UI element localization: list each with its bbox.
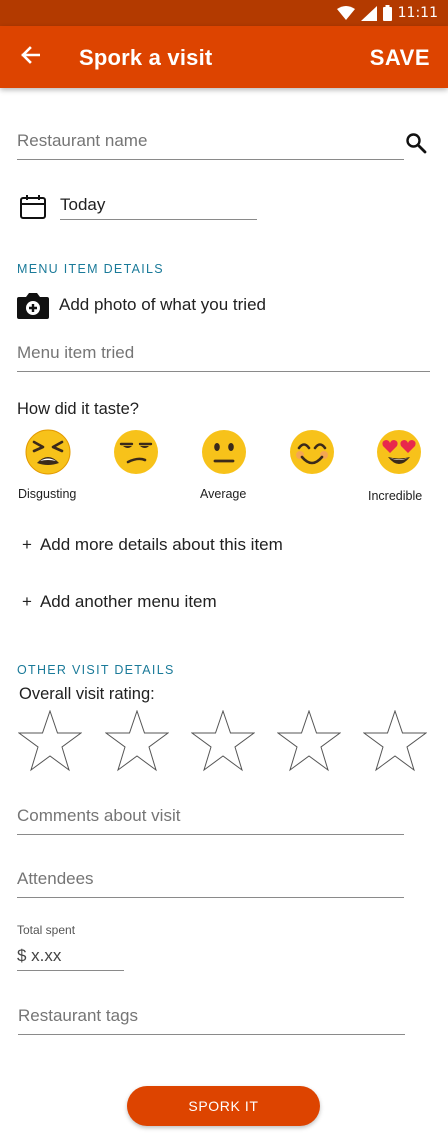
- total-spent-field[interactable]: $ x.xx: [17, 938, 124, 971]
- comments-field[interactable]: Comments about visit: [17, 798, 404, 835]
- scale-label-low: Disgusting: [18, 487, 77, 501]
- attendees-field[interactable]: Attendees: [17, 861, 404, 898]
- status-bar: 11:11: [0, 0, 448, 26]
- rating-label: Overall visit rating:: [19, 685, 155, 703]
- menu-item-details-heading: MENU ITEM DETAILS: [17, 262, 164, 276]
- scale-label-high: Incredible: [368, 489, 423, 503]
- smiling-face-icon[interactable]: [289, 429, 335, 475]
- total-spent-label: Total spent: [17, 923, 76, 937]
- camera-add-icon[interactable]: [16, 290, 50, 320]
- back-button[interactable]: [14, 42, 46, 72]
- battery-icon: [382, 5, 392, 21]
- page-title: Spork a visit: [79, 45, 213, 70]
- add-details-button[interactable]: + Add more details about this item: [22, 535, 283, 555]
- add-details-label: Add more details about this item: [39, 535, 283, 554]
- plus-icon: +: [22, 592, 32, 611]
- calendar-icon[interactable]: [19, 193, 47, 221]
- search-icon[interactable]: [405, 132, 429, 156]
- restaurant-name-field[interactable]: Restaurant name: [17, 120, 404, 160]
- star-3-icon[interactable]: [190, 709, 256, 772]
- other-visit-details-heading: OTHER VISIT DETAILS: [17, 663, 175, 677]
- attendees-placeholder: Attendees: [17, 869, 94, 888]
- restaurant-tags-placeholder: Restaurant tags: [18, 1006, 139, 1025]
- restaurant-tags-field[interactable]: Restaurant tags: [18, 998, 405, 1035]
- scale-label-mid: Average: [200, 487, 247, 501]
- unamused-face-icon[interactable]: [113, 429, 159, 475]
- star-2-icon[interactable]: [104, 709, 170, 772]
- star-5-icon[interactable]: [362, 709, 428, 772]
- date-value: Today: [60, 195, 106, 214]
- heart-eyes-face-icon[interactable]: [376, 429, 422, 475]
- save-button[interactable]: SAVE: [370, 45, 430, 71]
- restaurant-name-placeholder: Restaurant name: [17, 131, 148, 150]
- star-1-icon[interactable]: [17, 709, 83, 772]
- status-time: 11:11: [397, 5, 438, 21]
- neutral-face-icon[interactable]: [201, 429, 247, 475]
- arrow-left-icon: [20, 45, 41, 69]
- total-spent-placeholder: $ x.xx: [17, 946, 62, 965]
- wifi-icon: [336, 6, 355, 20]
- add-photo-button[interactable]: Add photo of what you tried: [59, 295, 266, 315]
- taste-question: How did it taste?: [17, 400, 139, 418]
- menu-item-field[interactable]: Menu item tried: [17, 334, 430, 372]
- star-4-icon[interactable]: [276, 709, 342, 772]
- add-menu-item-label: Add another menu item: [39, 592, 217, 611]
- plus-icon: +: [22, 535, 32, 554]
- status-icons: 11:11: [336, 4, 438, 22]
- app-bar: Spork a visit SAVE: [0, 26, 448, 88]
- menu-item-placeholder: Menu item tried: [17, 343, 135, 362]
- signal-icon: [360, 5, 377, 21]
- add-menu-item-button[interactable]: + Add another menu item: [22, 592, 217, 612]
- date-field[interactable]: Today: [60, 190, 257, 220]
- tired-face-icon[interactable]: [25, 429, 71, 475]
- comments-placeholder: Comments about visit: [17, 806, 181, 825]
- spork-it-button[interactable]: SPORK IT: [127, 1086, 320, 1126]
